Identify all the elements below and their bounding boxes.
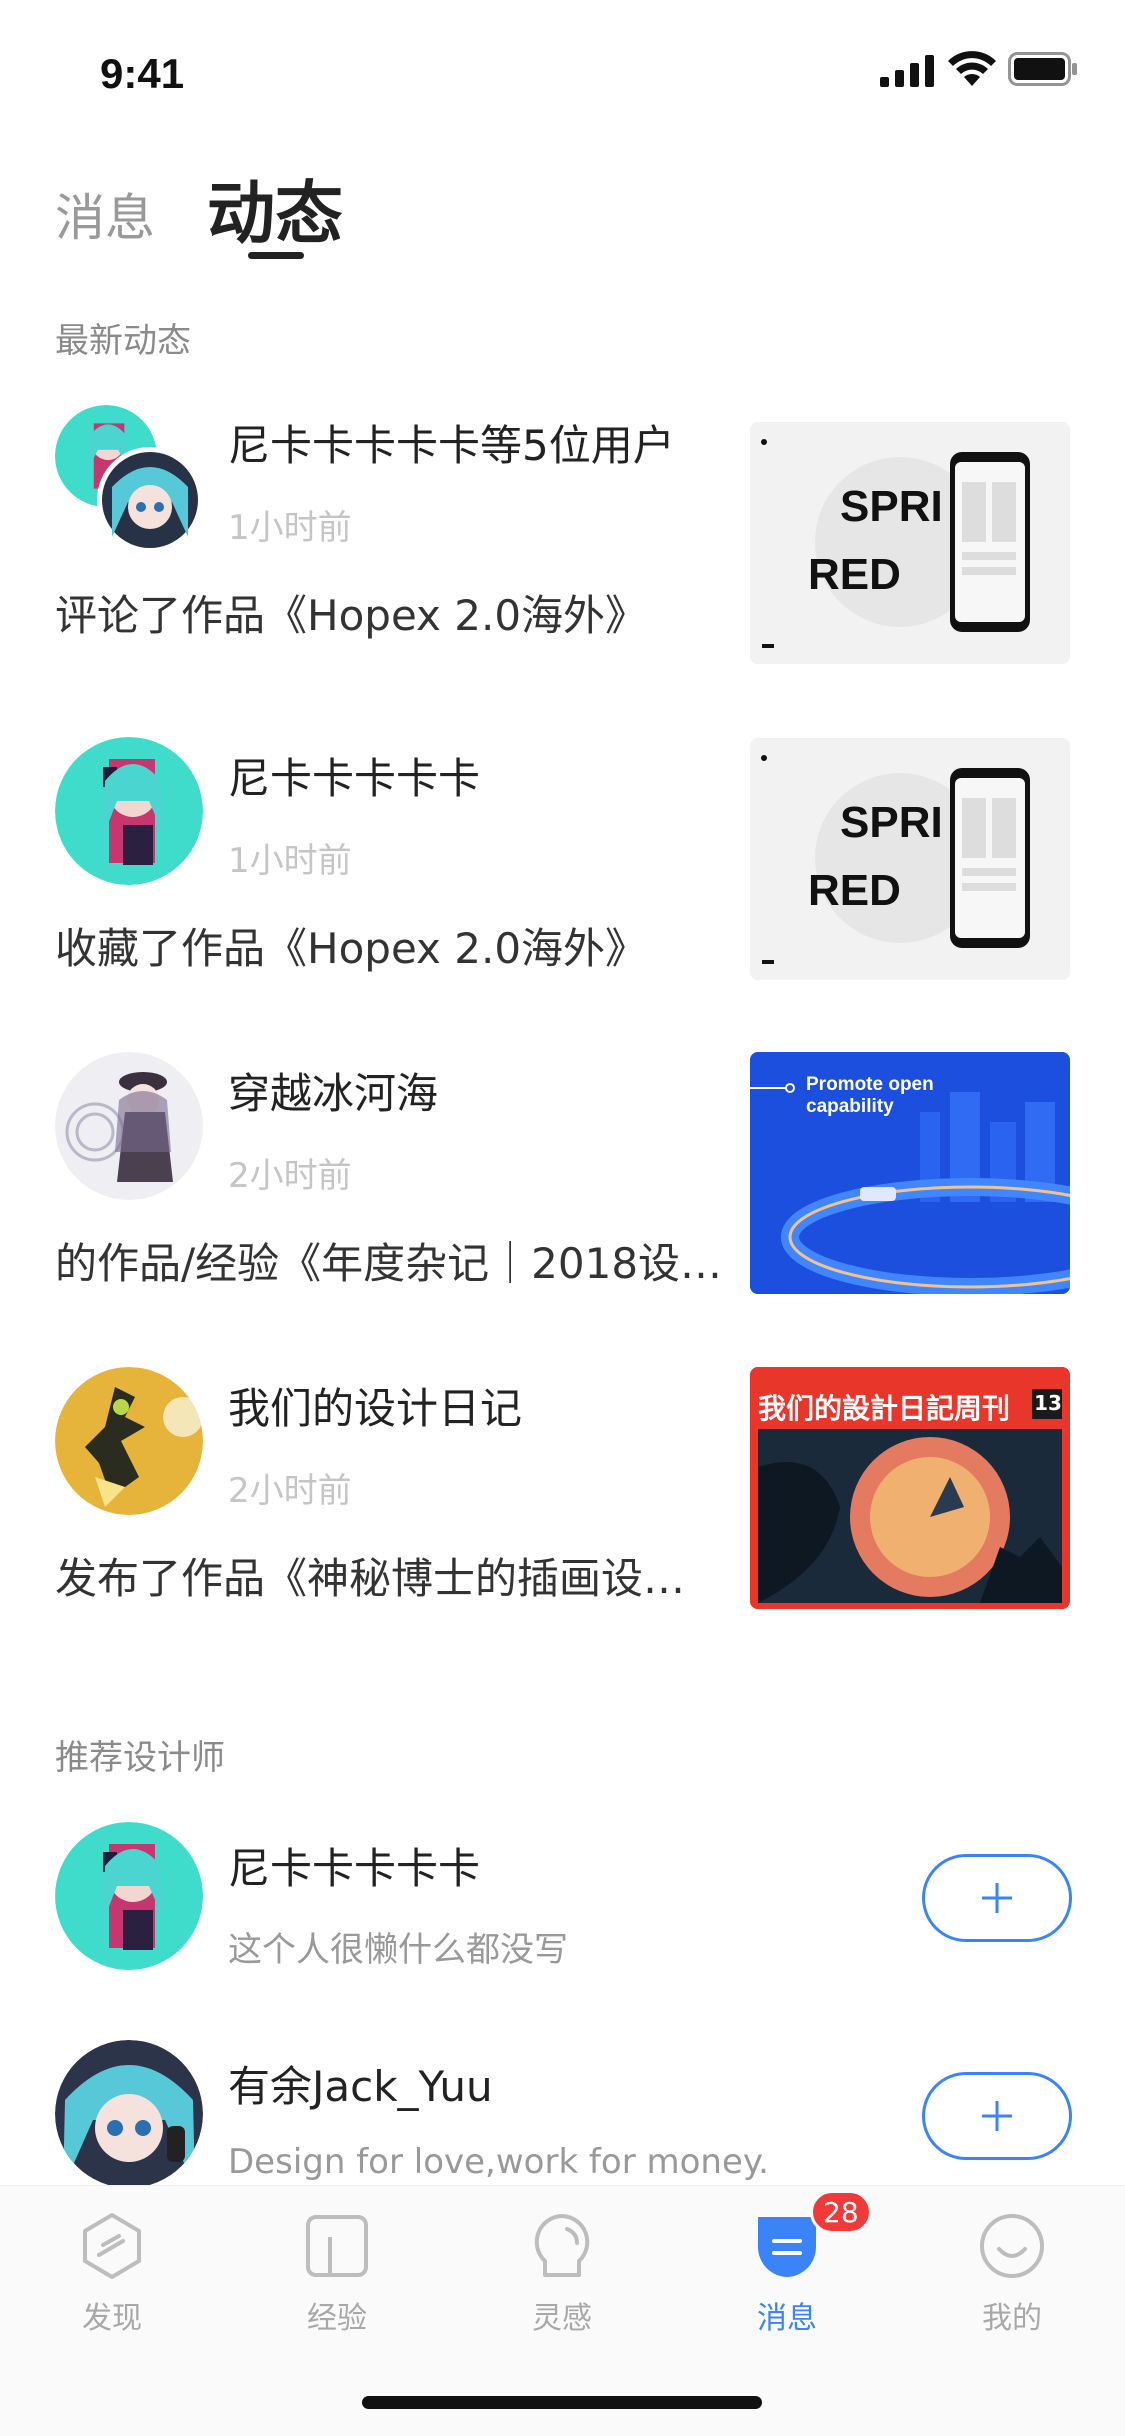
profile-icon — [980, 2214, 1044, 2278]
avatar[interactable] — [55, 1822, 203, 1970]
tab-inspiration[interactable]: 灵感 — [487, 2211, 637, 2337]
tab-label: 发现 — [82, 2301, 142, 2336]
follow-button[interactable] — [922, 1854, 1072, 1942]
feed-item-thumbnail[interactable]: SPRI RED — [750, 738, 1070, 980]
feed-item-action[interactable]: 评论了作品《Hopex 2.0海外》 — [55, 582, 725, 643]
status-time: 9:41 — [100, 50, 185, 97]
plus-icon — [982, 2101, 1012, 2131]
thumb-text: 13 — [1034, 1391, 1062, 1415]
follow-button[interactable] — [922, 2072, 1072, 2160]
thumb-text: 我们的設計日記周刊 — [758, 1392, 1011, 1425]
tab-profile[interactable]: 我的 — [937, 2211, 1087, 2337]
avatar[interactable] — [55, 2040, 203, 2188]
feed-item-thumbnail[interactable]: Promote open capability — [750, 1052, 1070, 1294]
feed-item-thumbnail[interactable]: 我们的設計日記周刊 13 — [750, 1367, 1070, 1609]
tab-discover[interactable]: 发现 — [37, 2211, 187, 2337]
tab-messages[interactable]: 消息 — [55, 178, 155, 250]
feed-item-time: 1小时前 — [228, 508, 352, 548]
thumb-text: SPRI — [840, 798, 943, 847]
designer-name[interactable]: 尼卡卡卡卡卡 — [228, 1835, 480, 1896]
wifi-icon — [948, 51, 996, 86]
feed-item-action[interactable]: 的作品/经验《年度杂记｜2018设… — [55, 1230, 725, 1291]
discover-icon — [83, 2213, 141, 2279]
experience-icon — [306, 2215, 368, 2277]
feed-item-action[interactable]: 收藏了作品《Hopex 2.0海外》 — [55, 915, 725, 976]
feed-item-time: 2小时前 — [228, 1156, 352, 1196]
feed-item-action[interactable]: 发布了作品《神秘博士的插画设… — [55, 1545, 725, 1606]
avatar — [97, 447, 203, 553]
signal-icon — [880, 55, 934, 87]
feed-item-thumbnail[interactable]: SPRI RED — [750, 422, 1070, 664]
plus-icon — [982, 1883, 1012, 1913]
feed-item-name[interactable]: 尼卡卡卡卡卡 — [228, 745, 480, 806]
phone-mockup-image — [750, 422, 1070, 664]
feed-item-time: 1小时前 — [228, 841, 352, 881]
designer-bio: Design for love,work for money. — [228, 2142, 769, 2182]
thumb-text: RED — [808, 866, 901, 915]
feed-item-time: 2小时前 — [228, 1471, 352, 1511]
tab-label: 经验 — [307, 2301, 367, 2336]
section-title-latest: 最新动态 — [55, 321, 191, 361]
home-indicator[interactable] — [362, 2396, 762, 2409]
section-title-recommend: 推荐设计师 — [55, 1738, 225, 1778]
inspiration-icon — [534, 2214, 590, 2277]
designer-bio: 这个人很懒什么都没写 — [228, 1930, 568, 1970]
avatar[interactable] — [55, 737, 203, 885]
feed-item-name[interactable]: 我们的设计日记 — [228, 1375, 522, 1436]
battery-icon — [1008, 52, 1077, 86]
thumb-text: SPRI — [840, 482, 943, 531]
thumb-text: Promote open capability — [806, 1074, 934, 1117]
tab-label: 灵感 — [532, 2301, 592, 2336]
feed-item-name[interactable]: 尼卡卡卡卡卡等5位用户 — [228, 412, 675, 473]
thumb-text: RED — [808, 550, 901, 599]
notification-badge: 28 — [810, 2190, 872, 2234]
tab-experience[interactable]: 经验 — [262, 2211, 412, 2337]
avatar[interactable] — [55, 1367, 203, 1515]
designer-name[interactable]: 有余Jack_Yuu — [228, 2053, 493, 2114]
tab-active-indicator — [248, 252, 304, 259]
tab-label: 消息 — [757, 2301, 817, 2336]
tab-label: 我的 — [982, 2301, 1042, 2336]
phone-mockup-image — [750, 738, 1070, 980]
avatar[interactable] — [55, 1052, 203, 1200]
tab-activity[interactable]: 动态 — [207, 158, 343, 257]
feed-item-name[interactable]: 穿越冰河海 — [228, 1060, 438, 1121]
